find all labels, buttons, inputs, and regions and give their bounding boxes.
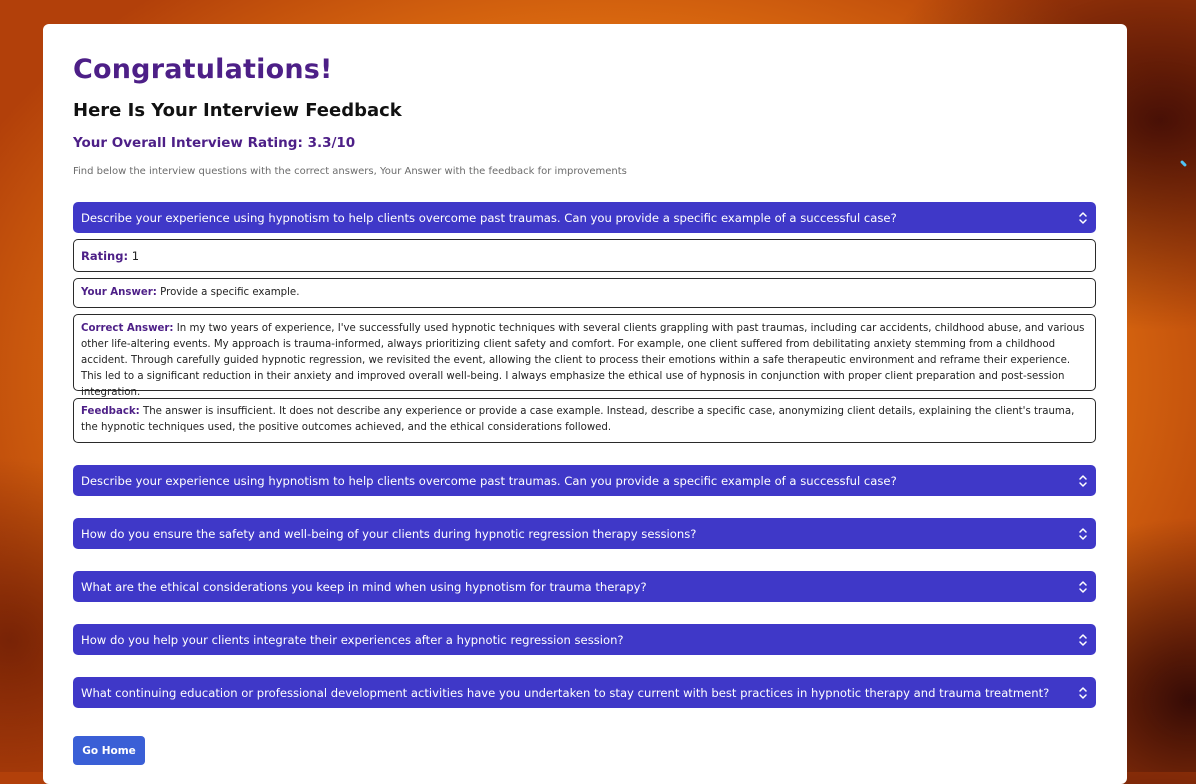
rating-label: Rating: — [81, 248, 129, 263]
your-answer-label: Your Answer: — [81, 287, 157, 298]
feedback-text: The answer is insufficient. It does not … — [81, 406, 1075, 433]
chevron-up-down-icon — [1079, 580, 1087, 593]
rating-box: Rating: 1 — [73, 239, 1096, 272]
correct-answer-text: In my two years of experience, I've succ… — [81, 323, 1085, 398]
question-accordion[interactable]: How do you ensure the safety and well-be… — [73, 518, 1096, 549]
question-accordion[interactable]: Describe your experience using hypnotism… — [73, 465, 1096, 496]
question-accordion[interactable]: What continuing education or professiona… — [73, 677, 1096, 708]
intro-text: Find below the interview questions with … — [73, 166, 627, 177]
question-text: Describe your experience using hypnotism… — [81, 473, 897, 488]
your-answer-box: Your Answer: Provide a specific example. — [73, 278, 1096, 308]
question-text: How do you help your clients integrate t… — [81, 632, 624, 647]
feedback-label: Feedback: — [81, 406, 140, 417]
chevron-up-down-icon — [1079, 211, 1087, 224]
chevron-up-down-icon — [1079, 686, 1087, 699]
confetti-piece — [1179, 159, 1188, 168]
correct-answer-label: Correct Answer: — [81, 323, 174, 334]
your-answer-text: Provide a specific example. — [160, 287, 300, 298]
rating-value: 1 — [131, 248, 140, 263]
question-text: What continuing education or professiona… — [81, 685, 1050, 700]
page-subtitle: Here Is Your Interview Feedback — [73, 100, 402, 121]
question-accordion[interactable]: What are the ethical considerations you … — [73, 571, 1096, 602]
overall-rating-value: 3.3/10 — [307, 135, 356, 151]
page-title: Congratulations! — [73, 54, 333, 85]
go-home-button[interactable]: Go Home — [73, 736, 145, 765]
question-text: What are the ethical considerations you … — [81, 579, 647, 594]
chevron-up-down-icon — [1079, 633, 1087, 646]
chevron-up-down-icon — [1079, 474, 1087, 487]
correct-answer-box: Correct Answer: In my two years of exper… — [73, 314, 1096, 398]
question-accordion-expanded[interactable]: Describe your experience using hypnotism… — [73, 202, 1096, 233]
question-accordion[interactable]: How do you help your clients integrate t… — [73, 624, 1096, 655]
overall-rating-label: Your Overall Interview Rating: — [73, 135, 303, 151]
chevron-up-down-icon — [1079, 527, 1087, 540]
feedback-box: Feedback: The answer is insufficient. It… — [73, 398, 1096, 443]
overall-rating: Your Overall Interview Rating: 3.3/10 — [73, 135, 355, 151]
question-text: Describe your experience using hypnotism… — [81, 210, 897, 225]
feedback-card: Congratulations! Here Is Your Interview … — [43, 24, 1127, 784]
question-text: How do you ensure the safety and well-be… — [81, 526, 697, 541]
